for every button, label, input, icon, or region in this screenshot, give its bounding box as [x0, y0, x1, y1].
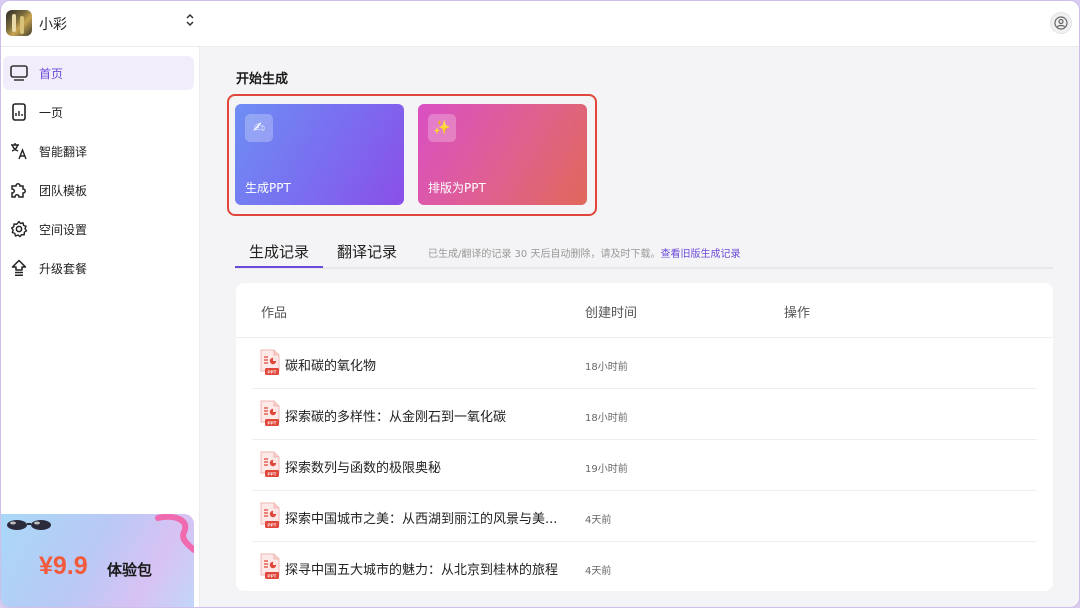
- table-row[interactable]: PPT 碳和碳的氧化物 18小时前: [252, 338, 1037, 389]
- table-row[interactable]: PPT 探寻中国五大城市的魅力：从北京到桂林的旅程 4天前: [252, 542, 1037, 593]
- tab-generate-records[interactable]: 生成记录: [249, 241, 309, 262]
- row-created-time: 18小时前: [585, 362, 628, 373]
- sidebar: 首页 一页 智能翻译 团队模板 空间设置 升级套餐 ¥9.9 体验包: [1, 47, 200, 607]
- column-header-created: 创建时间: [585, 306, 638, 321]
- row-created-time: 18小时前: [585, 413, 628, 424]
- table-row[interactable]: PPT 探索中国城市之美：从西湖到丽江的风景与美... 4天前: [252, 491, 1037, 542]
- layout-to-ppt-card[interactable]: ✨ 排版为PPT: [418, 104, 587, 205]
- sidebar-item-label: 首页: [39, 66, 64, 81]
- user-account-icon[interactable]: [1050, 12, 1072, 34]
- row-title[interactable]: 探寻中国五大城市的魅力：从北京到桂林的旅程: [285, 559, 558, 578]
- sidebar-item-home[interactable]: 首页: [3, 56, 194, 90]
- active-tab-indicator: [235, 266, 323, 268]
- sidebar-item-upgrade[interactable]: 升级套餐: [3, 251, 194, 285]
- top-bar: 小彩: [1, 1, 1079, 47]
- upgrade-icon: [9, 258, 29, 278]
- promo-label: 体验包: [107, 561, 153, 579]
- sidebar-item-label: 升级套餐: [39, 261, 88, 276]
- sidebar-item-label: 一页: [39, 105, 64, 120]
- ppt-file-icon: PPT: [260, 502, 280, 528]
- sidebar-item-label: 智能翻译: [39, 144, 88, 159]
- promo-banner[interactable]: ¥9.9 体验包: [1, 514, 194, 607]
- sidebar-item-label: 空间设置: [39, 222, 88, 237]
- ppt-file-icon: PPT: [260, 400, 280, 426]
- ribbon-decoration-icon: [155, 514, 194, 553]
- table-row[interactable]: PPT 探索碳的多样性：从金刚石到一氧化碳 18小时前: [252, 389, 1037, 440]
- app-window: 小彩 首页 一页 智能翻译 团队模板 空间设置 升级套餐 ¥9.9 体验包 开始…: [0, 0, 1080, 608]
- row-title[interactable]: 碳和碳的氧化物: [285, 355, 376, 374]
- document-chart-icon: [9, 102, 29, 122]
- table-row[interactable]: PPT 探索数列与函数的极限奥秘 19小时前: [252, 440, 1037, 491]
- column-header-work: 作品: [261, 306, 288, 321]
- row-title[interactable]: 探索数列与函数的极限奥秘: [285, 457, 441, 476]
- sunglasses-decoration-icon: [7, 520, 51, 530]
- ppt-file-icon: PPT: [260, 553, 280, 579]
- row-title[interactable]: 探索碳的多样性：从金刚石到一氧化碳: [285, 406, 506, 425]
- old-records-link[interactable]: 查看旧版生成记录: [660, 249, 740, 260]
- svg-text:PPT: PPT: [268, 523, 277, 528]
- generate-ppt-card[interactable]: ✍ 生成PPT: [235, 104, 404, 205]
- monitor-icon: [9, 63, 29, 83]
- retention-notice: 已生成/翻译的记录 30 天后自动删除，请及时下载。查看旧版生成记录: [428, 245, 740, 260]
- workspace-avatar[interactable]: [6, 10, 32, 36]
- row-created-time: 4天前: [585, 566, 612, 577]
- ppt-file-icon: PPT: [260, 349, 280, 375]
- records-table: 作品 创建时间 操作 PPT 碳和碳的氧化物 18小时前 PPT 探索碳的多样性…: [236, 283, 1053, 591]
- workspace-name[interactable]: 小彩: [39, 14, 67, 34]
- sidebar-item-translate[interactable]: 智能翻译: [3, 134, 194, 168]
- sparkle-icon: ✨: [428, 114, 456, 142]
- promo-price: ¥9.9: [39, 552, 88, 580]
- chevron-updown-icon[interactable]: [184, 13, 196, 28]
- svg-text:PPT: PPT: [268, 472, 277, 477]
- sidebar-item-team-templates[interactable]: 团队模板: [3, 173, 194, 207]
- pen-icon: ✍: [245, 114, 273, 142]
- main-content: 开始生成 ✍ 生成PPT ✨ 排版为PPT 生成记录 翻译记录 已生成/翻译的记…: [201, 47, 1079, 607]
- tab-translate-records[interactable]: 翻译记录: [337, 241, 397, 262]
- gear-icon: [9, 219, 29, 239]
- row-created-time: 19小时前: [585, 464, 628, 475]
- sidebar-item-one-page[interactable]: 一页: [3, 95, 194, 129]
- translate-icon: [9, 141, 29, 161]
- ppt-file-icon: PPT: [260, 451, 280, 477]
- section-title: 开始生成: [236, 72, 289, 87]
- sidebar-item-label: 团队模板: [39, 183, 88, 198]
- card-label: 生成PPT: [245, 181, 291, 195]
- svg-text:PPT: PPT: [268, 370, 277, 375]
- sidebar-item-space-settings[interactable]: 空间设置: [3, 212, 194, 246]
- column-header-actions: 操作: [784, 306, 811, 321]
- row-title[interactable]: 探索中国城市之美：从西湖到丽江的风景与美...: [285, 508, 557, 527]
- row-created-time: 4天前: [585, 515, 612, 526]
- records-tabs: 生成记录 翻译记录 已生成/翻译的记录 30 天后自动删除，请及时下载。查看旧版…: [235, 237, 1053, 269]
- svg-text:PPT: PPT: [268, 421, 277, 426]
- puzzle-icon: [9, 180, 29, 200]
- svg-text:PPT: PPT: [268, 574, 277, 579]
- card-label: 排版为PPT: [428, 181, 486, 195]
- notice-text: 已生成/翻译的记录 30 天后自动删除，请及时下载。: [428, 249, 661, 260]
